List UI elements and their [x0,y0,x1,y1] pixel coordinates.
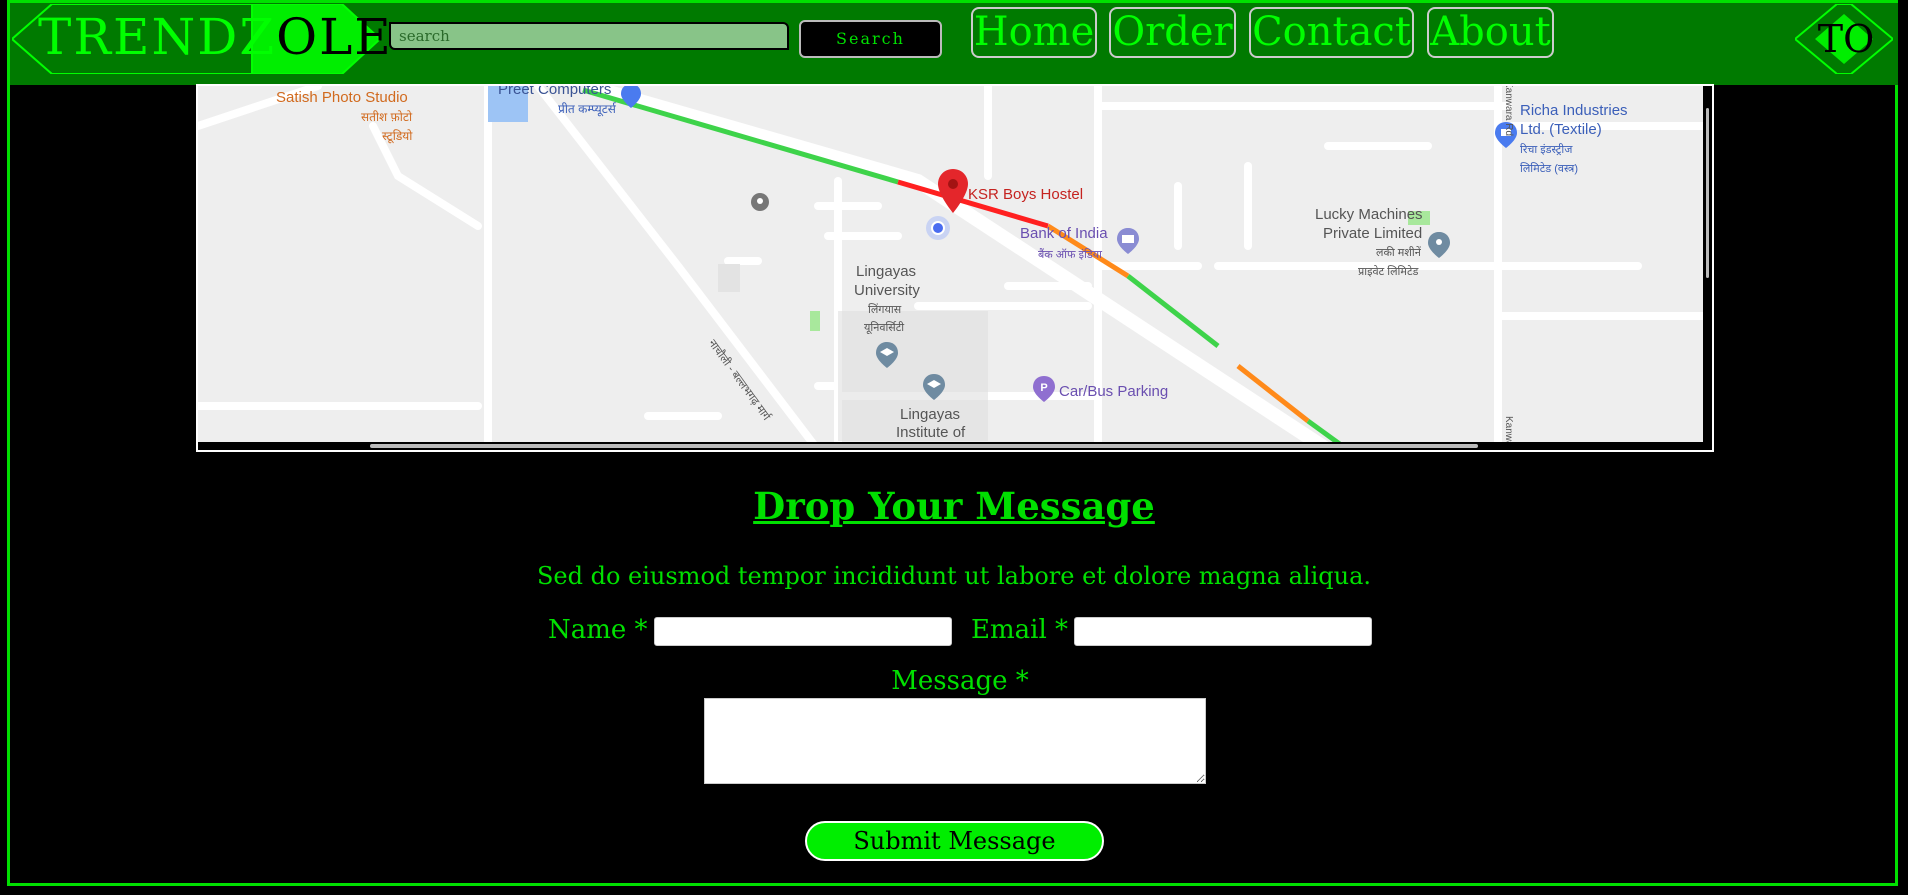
nav-home-button[interactable]: Home [971,7,1097,58]
map-label-uni-hi2: यूनिवर्सिटी [864,322,905,334]
map-label-uni-hi1: लिंगयास [868,304,902,316]
map-label-kanwara-rd: Kanwara Rd [1503,84,1514,137]
search-input[interactable] [389,22,789,50]
map-label-uni1: Lingayas [856,263,917,280]
map-label-lucky1: Lucky Machines [1315,206,1423,223]
logo-text-b: OLE [276,8,393,66]
map-label-inst2: Institute of [896,424,966,441]
preet-shop-icon[interactable] [621,84,641,108]
map-label-richa1: Richa Industries [1520,102,1628,119]
map-label-satish-hi2: स्टूडियो [382,129,413,143]
map-label-richa2: Ltd. (Textile) [1520,121,1602,138]
name-field[interactable] [654,617,952,646]
logo-text: TRENDZOLE [38,8,393,66]
map-label-bank: Bank of India [1020,225,1108,242]
map-horizontal-scroll-thumb[interactable] [370,444,1478,448]
email-label: Email * [971,615,1069,645]
hostel-pin-icon[interactable] [938,169,968,213]
search-button[interactable]: Search [799,20,942,58]
map-label-hostel: KSR Boys Hostel [968,186,1084,203]
lucky-machines-icon[interactable] [1428,232,1450,258]
map-label-uni2: University [854,282,920,299]
nav-order-button[interactable]: Order [1109,7,1236,58]
back-to-top-label: TO [1817,17,1875,61]
map-embed[interactable]: P Satish Photo Studio सतीश फ़ोटो स्टूडिय… [196,84,1714,452]
map-label-preet: Preet Computers [498,84,612,98]
logo-text-a: TRENDZ [38,8,277,66]
bank-icon[interactable] [1117,228,1139,254]
map-label-satish: Satish Photo Studio [276,89,408,106]
university-icon[interactable] [876,342,898,368]
map-label-bank-hi: बैंक ऑफ इंडिया [1038,249,1102,261]
map-label-preet-hi: प्रीत कम्प्यूटर्स [558,102,616,116]
map-horizontal-scrollbar[interactable] [198,442,1703,450]
nav-about-button[interactable]: About [1427,7,1554,58]
submit-message-button[interactable]: Submit Message [805,821,1104,861]
marker-grey-icon [751,193,769,211]
map-roads [198,86,1712,450]
message-field[interactable] [704,698,1206,784]
map-label-richa-hi2: लिमिटेड (वस्त्र) [1520,163,1579,175]
map-label-lucky-hi1: लकी मशीनें [1376,247,1421,259]
map-label-inst1: Lingayas [900,406,961,423]
location-dot-icon [926,216,950,240]
parking-icon[interactable]: P [1033,376,1055,402]
nav-contact-button[interactable]: Contact [1249,7,1414,58]
email-field[interactable] [1074,617,1372,646]
map-label-richa-hi1: रिचा इंडस्ट्रीज [1520,144,1573,156]
contact-subtitle: Sed do eiusmod tempor incididunt ut labo… [536,562,1372,590]
contact-title: Drop Your Message [753,484,1155,528]
message-label: Message * [891,666,1029,696]
map-vertical-scroll-thumb[interactable] [1706,108,1709,278]
map-label-lucky-hi2: प्राइवेट लिमिटेड [1358,266,1419,278]
map-label-satish-hi1: सतीश फ़ोटो [361,110,413,124]
map-label-parking: Car/Bus Parking [1059,383,1169,400]
map-vertical-scrollbar[interactable] [1703,86,1712,450]
institute-icon[interactable] [923,374,945,400]
name-label: Name * [548,615,648,645]
map-label-lucky2: Private Limited [1323,225,1423,242]
svg-text:P: P [1040,382,1047,394]
